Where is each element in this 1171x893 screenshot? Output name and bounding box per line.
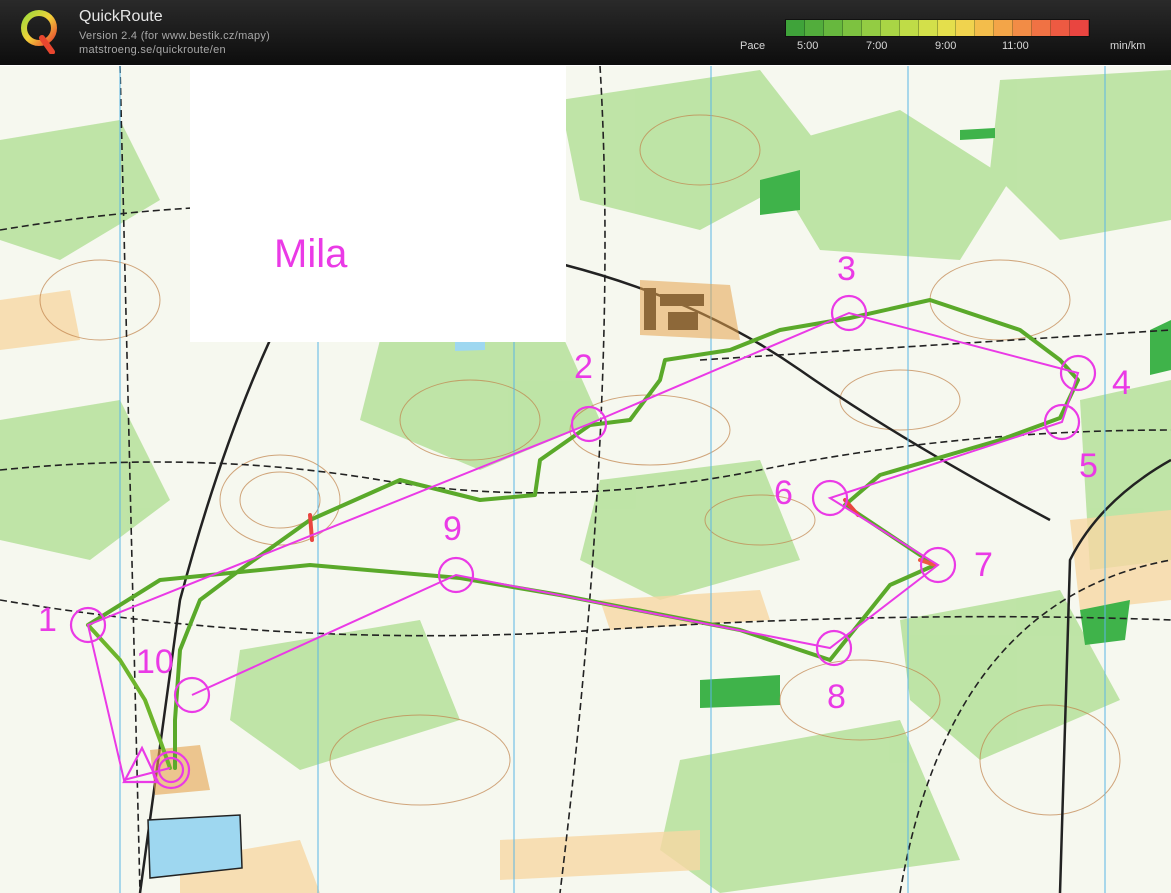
pace-color-swatch	[1070, 20, 1089, 36]
control-number: 8	[827, 678, 846, 716]
control-number: 6	[774, 474, 793, 512]
control-number: 2	[574, 348, 593, 386]
control-number: 10	[136, 643, 174, 681]
app-url: matstroeng.se/quickroute/en	[79, 44, 226, 56]
pace-color-swatch	[1013, 20, 1033, 36]
pace-tick: 11:00	[1002, 40, 1029, 52]
control-number: 5	[1079, 447, 1098, 485]
pace-color-swatch	[918, 20, 938, 36]
pace-tick: 7:00	[866, 40, 888, 52]
pace-color-swatch	[937, 20, 957, 36]
pace-color-swatch	[994, 20, 1014, 36]
control-number: 3	[837, 250, 856, 288]
pace-unit: min/km	[1110, 40, 1146, 52]
pace-color-swatch	[823, 20, 843, 36]
app-version: Version 2.4 (for www.bestik.cz/mapy)	[79, 30, 271, 42]
pace-color-swatch	[842, 20, 862, 36]
pace-color-swatch	[975, 20, 995, 36]
quickroute-logo-icon	[21, 10, 57, 54]
pace-color-swatch	[899, 20, 919, 36]
control-number: 7	[974, 546, 993, 584]
control-number: 1	[38, 601, 57, 639]
pace-color-swatch	[804, 20, 824, 36]
pace-color-swatch	[786, 20, 805, 36]
control-number: 9	[443, 510, 462, 548]
app-header: QuickRoute Version 2.4 (for www.bestik.c…	[0, 0, 1171, 65]
orienteering-map[interactable]	[0, 66, 1171, 893]
lake	[147, 814, 243, 879]
map-title: Mila	[274, 232, 348, 276]
pace-color-swatch	[956, 20, 976, 36]
pace-color-swatch	[1051, 20, 1071, 36]
pace-color-swatch	[880, 20, 900, 36]
pace-label: Pace	[740, 40, 766, 52]
pace-color-scale	[785, 19, 1090, 37]
pace-tick: 9:00	[935, 40, 957, 52]
pace-color-swatch	[861, 20, 881, 36]
app-title: QuickRoute	[79, 8, 163, 25]
pace-tick: 5:00	[797, 40, 819, 52]
pace-color-swatch	[1032, 20, 1052, 36]
control-number: 4	[1112, 364, 1131, 402]
map-title-box	[190, 66, 566, 342]
